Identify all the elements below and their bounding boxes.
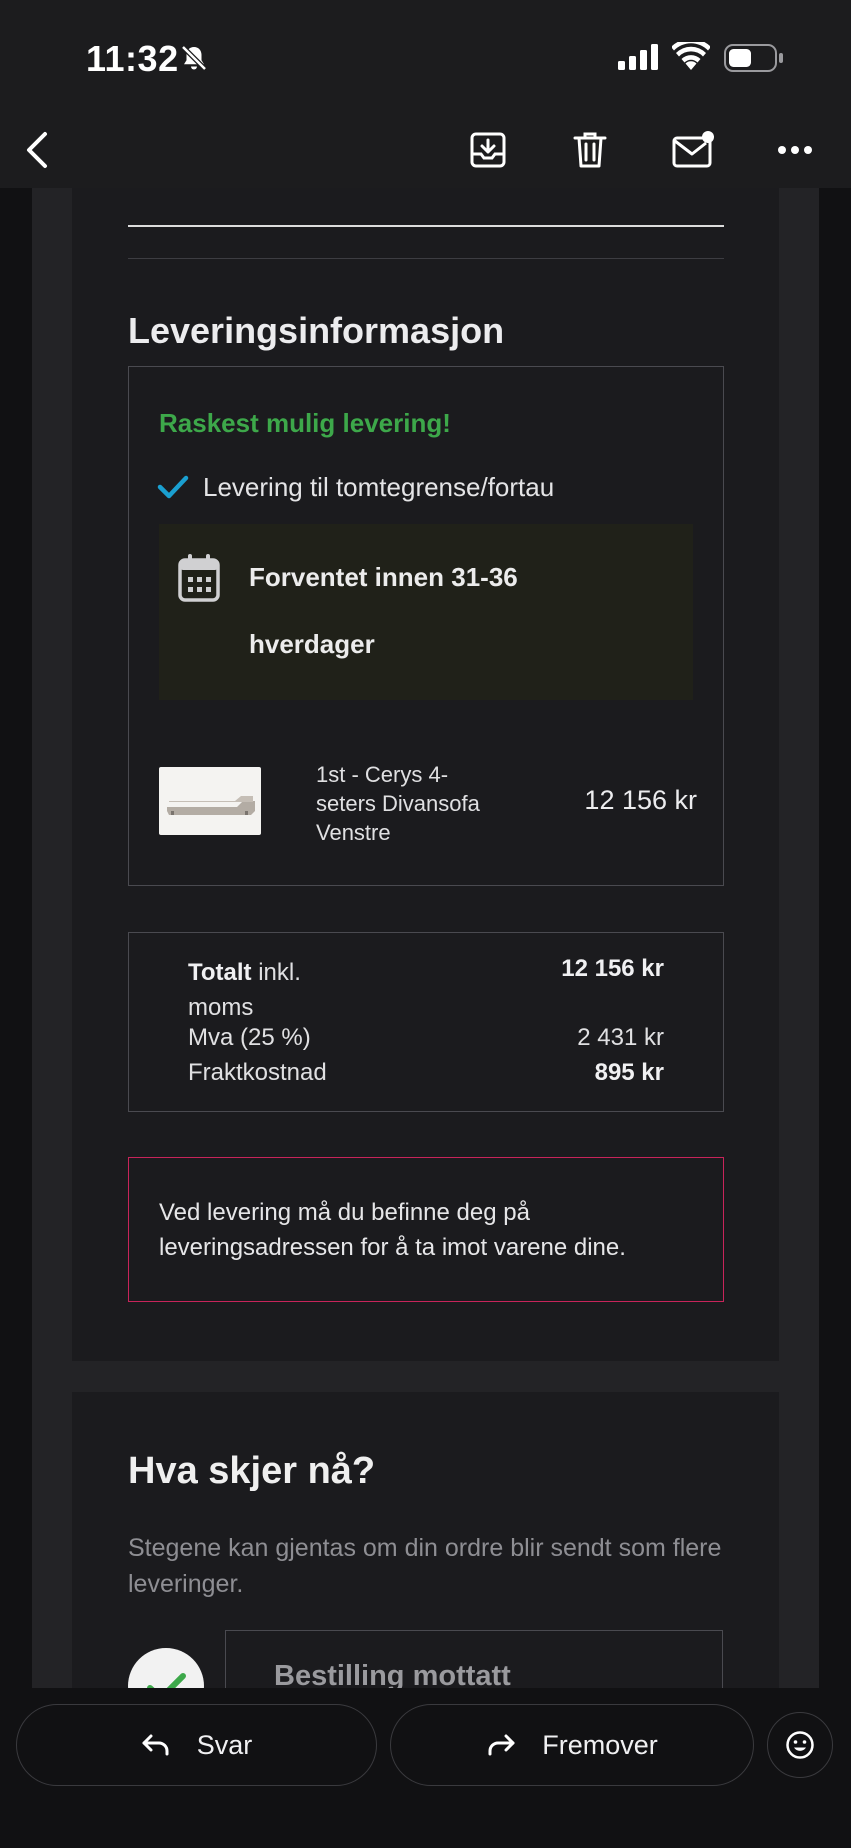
divider [128,225,724,227]
vat-value: 2 431 kr [577,1024,664,1051]
bell-muted-icon [181,45,207,71]
reply-label: Svar [196,1729,253,1760]
emoji-reaction-button[interactable] [767,1712,833,1778]
divider [128,258,724,259]
next-steps-subtitle: Stegene kan gjentas om din ordre blir se… [128,1534,722,1598]
wifi-icon [672,42,710,70]
mail-toolbar [0,110,851,188]
trash-icon [573,132,607,168]
shipping-label: Fraktkostnad [188,1059,327,1086]
more-button[interactable] [767,122,823,178]
mail-unread-icon [672,131,714,168]
status-time: 11:32 [86,38,179,79]
total-label: Totalt inkl. moms [188,955,348,1025]
delete-button[interactable] [562,122,618,178]
delivery-heading: Leveringsinformasjon [128,310,505,351]
chevron-left-icon [27,132,47,168]
bottom-action-bar: Svar Fremover [0,1688,851,1848]
forward-button[interactable]: Fremover [390,1704,754,1786]
archive-button[interactable] [460,122,516,178]
archive-icon [470,132,506,168]
sofa-image [167,796,255,815]
calendar-icon [178,554,220,602]
delivery-method: Levering til tomtegrense/fortau [203,472,555,502]
product-name: 1st - Cerys 4-seters Divansofa Venstre [316,762,480,845]
eta-text: Forventet innen 31-36 [249,562,518,592]
more-icon [778,146,812,154]
vat-label: Mva (25 %) [188,1024,311,1051]
eta-text-days: hverdager [249,629,375,659]
forward-icon [488,1734,515,1756]
delivery-notice-text: Ved levering må du befinne deg på leveri… [159,1199,626,1261]
reply-button[interactable]: Svar [16,1704,377,1786]
reply-icon [142,1734,169,1756]
smiley-icon [786,1731,814,1759]
next-steps-heading: Hva skjer nå? [128,1450,376,1492]
product-price: 12 156 kr [584,785,697,815]
eta-box [159,524,693,700]
cellular-signal-icon [618,44,658,70]
fast-delivery-label: Raskest mulig levering! [159,408,451,438]
back-button[interactable] [10,122,66,178]
check-icon [157,475,189,499]
total-value: 12 156 kr [561,955,664,982]
product-image [159,767,261,835]
status-bar: 11:32 [0,0,851,110]
shipping-value: 895 kr [594,1059,664,1086]
battery-icon [724,44,783,72]
forward-label: Fremover [542,1729,658,1760]
mark-unread-button[interactable] [665,122,721,178]
total-label-bold: Totalt [188,959,252,986]
